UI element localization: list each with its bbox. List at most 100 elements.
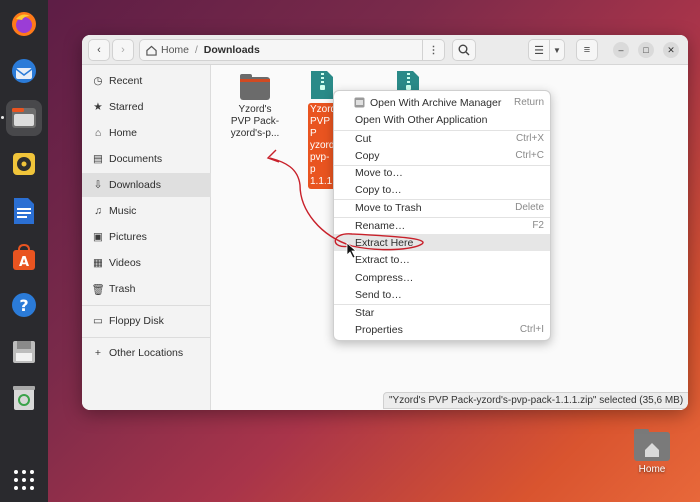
sidebar: ◷ Recent ★ Starred ⌂ Home ▤ Documents ⇩ Downl… [82,65,211,410]
sidebar-item-starred[interactable]: ★ Starred [82,95,211,119]
hamburger-menu-icon: ≡ [583,44,591,56]
menu-item-properties[interactable]: Properties Ctrl+I [334,321,550,338]
sidebar-divider [82,305,211,306]
sidebar-divider [82,337,211,338]
sidebar-item-videos[interactable]: ▦ Videos [82,251,211,275]
menu-item-send-to[interactable]: Send to… [334,286,550,303]
menu-item-rename[interactable]: Rename… F2 [334,217,550,234]
help-icon[interactable]: ? [6,287,42,323]
rhythmbox-icon[interactable] [6,146,42,182]
minimize-icon: – [618,45,624,55]
menu-item-extract-here[interactable]: Extract Here [334,234,550,251]
breadcrumb-current[interactable]: Downloads [204,44,260,56]
sidebar-item-label: Floppy Disk [109,315,164,327]
sidebar-item-label: Home [109,127,138,139]
menu-item-open-with-archive-manager[interactable]: Open With Archive Manager Return [334,94,550,111]
sidebar-item-trash[interactable]: 🗑 Trash [82,277,211,301]
close-button[interactable]: ✕ [663,42,679,58]
writer-icon[interactable] [6,193,42,229]
folder-icon [240,74,270,100]
music-icon: ♫ [94,205,102,217]
menu-item-move-to-trash[interactable]: Move to Trash Delete [334,199,550,216]
sidebar-item-floppy-disk[interactable]: ▭ Floppy Disk [82,309,211,333]
list-view-icon: ☰ [534,44,544,57]
running-indicator [1,116,4,119]
home-folder-icon [634,429,670,461]
sidebar-item-other-locations[interactable]: + Other Locations [82,341,211,365]
clock-icon: ◷ [93,75,103,87]
svg-text:A: A [19,255,29,270]
sidebar-item-documents[interactable]: ▤ Documents [82,147,211,171]
path-menu-button[interactable]: ⋮ [422,40,444,60]
headerbar: ‹ › Home / Downloads ⋮ ☰ ▼ ≡ – □ ✕ [82,35,688,65]
main-menu-button[interactable]: ≡ [576,39,598,61]
trash-dock-icon[interactable] [6,380,42,416]
sidebar-item-label: Trash [109,283,136,295]
sidebar-item-label: Videos [109,257,141,269]
app-center-icon[interactable]: A [6,240,42,276]
menu-item-move-to[interactable]: Move to… [334,164,550,181]
files-icon[interactable] [6,100,42,136]
star-icon: ★ [93,101,103,113]
sidebar-item-label: Other Locations [109,347,184,359]
sidebar-item-home[interactable]: ⌂ Home [82,121,211,145]
video-icon: ▦ [93,257,103,269]
status-bar: "Yzord's PVP Pack-yzord's-pvp-pack-1.1.1… [383,392,688,409]
menu-item-copy[interactable]: Copy Ctrl+C [334,147,550,164]
home-icon: ⌂ [94,127,102,139]
more-vertical-icon: ⋮ [428,44,439,56]
thunderbird-icon[interactable] [6,53,42,89]
download-icon: ⇩ [93,179,103,191]
desktop-home[interactable]: Home [628,428,676,475]
maximize-button[interactable]: □ [638,42,654,58]
chevron-right-icon: › [121,44,125,56]
file-item-zip-selected[interactable]: Yzord PVP P yzord pvp-p 1.1.1 [308,70,336,189]
plus-icon: + [94,347,102,359]
sidebar-item-music[interactable]: ♫ Music [82,199,211,223]
menu-item-extract-to[interactable]: Extract to… [334,251,550,268]
breadcrumb-separator: / [195,44,198,56]
sidebar-item-recent[interactable]: ◷ Recent [82,69,211,93]
menu-item-copy-to[interactable]: Copy to… [334,181,550,198]
chevron-left-icon: ‹ [97,44,101,56]
menu-item-open-with-other-application[interactable]: Open With Other Application [334,111,550,128]
firefox-icon[interactable] [6,6,42,42]
sidebar-item-pictures[interactable]: ▣ Pictures [82,225,211,249]
menu-item-star[interactable]: Star [334,304,550,321]
search-button[interactable] [452,39,476,61]
context-menu: Open With Archive Manager Return Open Wit… [333,90,551,341]
view-list-button[interactable]: ☰ [528,39,550,61]
archive-manager-icon [354,97,365,108]
view-options-button[interactable]: ▼ [549,39,565,61]
menu-item-compress[interactable]: Compress… [334,269,550,286]
sidebar-item-downloads[interactable]: ⇩ Downloads [82,173,211,197]
desktop-home-label: Home [638,464,666,475]
floppy-disk-icon[interactable] [6,334,42,370]
path-bar[interactable]: Home / Downloads ⋮ [139,39,445,61]
breadcrumb-home[interactable]: Home [161,44,189,56]
file-item-folder[interactable]: Yzord's PVP Pack- yzord's-p... [220,73,290,140]
menu-item-cut[interactable]: Cut Ctrl+X [334,130,550,147]
picture-icon: ▣ [93,231,103,243]
svg-text:?: ? [19,296,28,315]
sidebar-item-label: Documents [109,153,163,165]
disk-icon: ▭ [93,315,103,327]
sidebar-item-label: Music [109,205,137,217]
app-grid-icon[interactable] [6,462,42,498]
chevron-down-icon: ▼ [553,45,561,55]
close-icon: ✕ [667,44,675,55]
maximize-icon: □ [643,45,649,55]
minimize-button[interactable]: – [613,42,629,58]
sidebar-item-label: Recent [109,75,143,87]
document-icon: ▤ [93,153,103,165]
file-name: Yzord PVP P yzord pvp-p 1.1.1 [308,103,337,189]
sidebar-item-label: Starred [109,101,144,113]
back-button[interactable]: ‹ [88,39,110,61]
file-name: Yzord's PVP Pack- yzord's-p... [230,104,280,139]
dock: A ? [0,0,48,502]
search-icon [458,44,470,56]
trash-icon: 🗑 [91,283,105,296]
forward-button[interactable]: › [112,39,134,61]
home-icon [146,45,157,56]
zip-archive-icon [311,71,333,99]
